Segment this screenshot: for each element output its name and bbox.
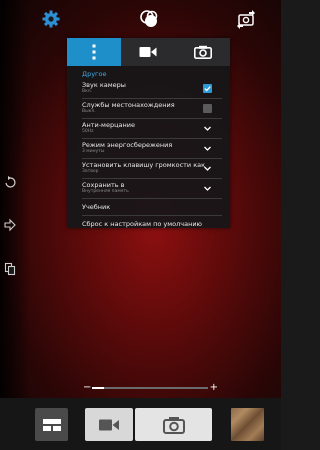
top-toolbar [0, 0, 281, 36]
zoom-in-button[interactable]: + [210, 382, 218, 394]
camera-icon [162, 416, 185, 434]
setting-value: Выкл. [82, 109, 96, 114]
chevron-down-icon[interactable] [203, 144, 212, 153]
setting-anti-flicker[interactable]: Анти-мерцание 50Hz [82, 119, 222, 139]
video-camera-icon [99, 419, 119, 430]
tab-photo-settings[interactable] [175, 38, 230, 66]
setting-label: Режим энергосбережения [82, 141, 173, 149]
checkmark-icon [204, 86, 211, 92]
gear-icon[interactable] [41, 9, 61, 29]
setting-value: 50Hz [82, 129, 94, 134]
camera-sound-checkbox[interactable] [203, 84, 212, 93]
more-vertical-icon [92, 44, 96, 60]
mode-button[interactable] [35, 408, 68, 441]
setting-value: Затвор [82, 169, 99, 174]
zoom-out-button[interactable]: − [83, 382, 91, 394]
setting-label: Службы местонахождения [82, 101, 175, 109]
mode-grid-icon [42, 418, 61, 431]
copy-icon[interactable] [4, 262, 16, 276]
setting-value: 3 минуты [82, 149, 105, 154]
tutorial-item[interactable]: Учебник [82, 199, 222, 216]
chevron-down-icon[interactable] [203, 164, 212, 173]
camera-icon [193, 45, 212, 59]
setting-label: Установить клавишу громкости как [82, 161, 206, 169]
settings-tabs [67, 38, 230, 66]
chevron-down-icon[interactable] [203, 124, 212, 133]
zoom-slider[interactable]: − + [80, 382, 220, 394]
gallery-thumbnail[interactable] [231, 408, 264, 441]
setting-power-saving[interactable]: Режим энергосбережения 3 минуты [82, 139, 222, 159]
setting-location-services[interactable]: Службы местонахождения Выкл. [82, 99, 222, 119]
shutter-button[interactable] [135, 408, 212, 441]
rotate-icon[interactable] [4, 175, 16, 189]
setting-volume-key[interactable]: Установить клавишу громкости как Затвор [82, 159, 222, 179]
zoom-track[interactable] [92, 387, 208, 389]
setting-camera-sound[interactable]: Звук камеры Вкл. [82, 79, 222, 99]
section-title-other: Другое [82, 70, 107, 78]
settings-panel: Другое Звук камеры Вкл. Службы местонахо… [67, 38, 230, 228]
setting-label: Звук камеры [82, 81, 126, 89]
tab-video-settings[interactable] [121, 38, 176, 66]
zoom-level-fill [92, 387, 104, 389]
arrow-right-icon[interactable] [4, 218, 16, 232]
switch-camera-icon[interactable] [236, 9, 256, 29]
setting-value: Вкл. [82, 89, 93, 94]
effects-icon[interactable] [139, 9, 159, 29]
setting-value: Внутренняя память [82, 189, 129, 194]
setting-label: Анти-мерцание [82, 121, 135, 129]
viewfinder-vignette [0, 0, 30, 408]
tab-more-settings[interactable] [67, 38, 122, 66]
setting-label: Сохранить в [82, 181, 125, 189]
chevron-down-icon[interactable] [203, 184, 212, 193]
reset-defaults-item[interactable]: Сброс к настройкам по умолчанию [82, 216, 222, 232]
setting-save-location[interactable]: Сохранить в Внутренняя память [82, 179, 222, 199]
location-services-checkbox[interactable] [203, 104, 212, 113]
bottom-toolbar [0, 398, 281, 450]
video-camera-icon [139, 47, 157, 57]
record-video-button[interactable] [85, 408, 133, 441]
